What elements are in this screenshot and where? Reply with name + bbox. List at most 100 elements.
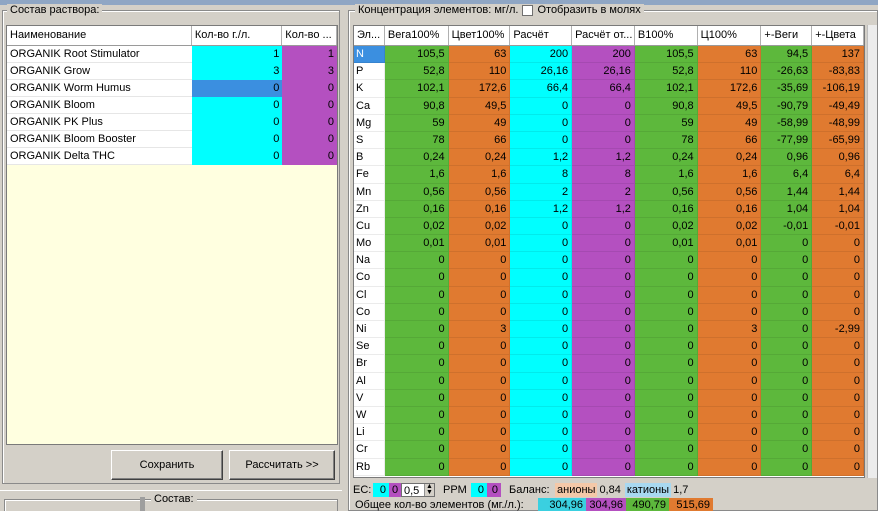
calc-cell[interactable]: 0	[510, 338, 573, 356]
element-cell[interactable]: Zn	[354, 200, 385, 218]
calc-cell[interactable]: 0	[510, 131, 573, 150]
element-cell[interactable]: N	[354, 46, 385, 64]
diff-veg-cell[interactable]: 1,44	[761, 183, 813, 201]
diff-veg-cell[interactable]: 94,5	[761, 46, 813, 64]
veg100-cell[interactable]: 59	[384, 114, 449, 132]
b100-cell[interactable]: 0,56	[634, 183, 698, 201]
diff-veg-cell[interactable]: 0	[761, 235, 813, 253]
bloom100-cell[interactable]: 0,01	[448, 235, 511, 253]
calc-from-cell[interactable]: 0	[572, 114, 635, 132]
b100-cell[interactable]: 0	[634, 252, 698, 270]
calc-from-cell[interactable]: 0	[572, 372, 635, 390]
diff-veg-cell[interactable]: 0	[761, 303, 813, 321]
concentration-row[interactable]: Mo 0,01 0,01 0 0 0,01 0,01 0 0	[354, 235, 864, 253]
concentration-row[interactable]: Ca 90,8 49,5 0 0 90,8 49,5 -90,79 -49,49	[354, 97, 864, 115]
calc-from-cell[interactable]: 0	[572, 321, 635, 339]
diff-bloom-cell[interactable]: -0,01	[812, 217, 864, 236]
bloom100-cell[interactable]: 172,6	[448, 80, 511, 98]
c100-cell[interactable]: 0	[697, 424, 762, 442]
veg100-cell[interactable]: 78	[384, 131, 449, 150]
diff-bloom-cell[interactable]: 0	[812, 389, 864, 407]
calc-cell[interactable]: 1,2	[510, 149, 573, 167]
recipe-row[interactable]: ORGANIK PK Plus 0 0	[7, 114, 337, 131]
calc-from-cell[interactable]: 0	[572, 389, 635, 407]
calc-from-cell[interactable]: 0	[572, 441, 635, 459]
element-cell[interactable]: Cr	[354, 441, 385, 459]
calc-from-cell[interactable]: 0	[572, 252, 635, 270]
recipe-row[interactable]: ORGANIK Grow 3 3	[7, 63, 337, 80]
recipe-qty-grams-cell[interactable]: 3	[191, 63, 283, 80]
veg100-cell[interactable]: 0	[384, 303, 449, 321]
diff-bloom-cell[interactable]: -2,99	[812, 321, 864, 339]
calc-cell[interactable]: 0	[510, 286, 573, 304]
concentration-row[interactable]: Rb 0 0 0 0 0 0 0 0	[354, 458, 864, 476]
diff-bloom-cell[interactable]: 137	[812, 46, 864, 64]
calc-from-cell[interactable]: 26,16	[572, 63, 635, 81]
element-cell[interactable]: Co	[354, 269, 385, 287]
recipe-row[interactable]: ORGANIK Bloom Booster 0 0	[7, 131, 337, 148]
b100-cell[interactable]: 0,01	[634, 235, 698, 253]
calc-cell[interactable]: 0	[510, 217, 573, 236]
column-header-diff-bloom[interactable]: +-Цвета	[812, 26, 864, 45]
calc-cell[interactable]: 66,4	[510, 80, 573, 98]
diff-veg-cell[interactable]: 0	[761, 321, 813, 339]
c100-cell[interactable]: 0	[697, 286, 762, 304]
b100-cell[interactable]: 0	[634, 372, 698, 390]
element-cell[interactable]: W	[354, 406, 385, 425]
recipe-row[interactable]: ORGANIK Delta THC 0 0	[7, 148, 337, 165]
bloom100-cell[interactable]: 1,6	[448, 166, 511, 184]
b100-cell[interactable]: 0	[634, 458, 698, 476]
diff-veg-cell[interactable]: -26,63	[761, 63, 813, 81]
calc-from-cell[interactable]: 0	[572, 303, 635, 321]
b100-cell[interactable]: 52,8	[634, 63, 698, 81]
c100-cell[interactable]: 0,02	[697, 217, 762, 236]
bloom100-cell[interactable]: 3	[448, 321, 511, 339]
diff-veg-cell[interactable]: 0	[761, 286, 813, 304]
calc-cell[interactable]: 0	[510, 235, 573, 253]
recipe-qty-grams-cell[interactable]: 0	[191, 80, 283, 97]
veg100-cell[interactable]: 0	[384, 355, 449, 373]
concentration-row[interactable]: Br 0 0 0 0 0 0 0 0	[354, 355, 864, 373]
diff-bloom-cell[interactable]: 0	[812, 372, 864, 390]
concentration-row[interactable]: N 105,5 63 200 200 105,5 63 94,5 137	[354, 46, 864, 64]
diff-bloom-cell[interactable]: -48,99	[812, 114, 864, 132]
c100-cell[interactable]: 110	[697, 63, 762, 81]
diff-bloom-cell[interactable]: 0	[812, 338, 864, 356]
calc-cell[interactable]: 0	[510, 303, 573, 321]
element-cell[interactable]: Se	[354, 338, 385, 356]
c100-cell[interactable]: 0,16	[697, 200, 762, 218]
element-cell[interactable]: Co	[354, 303, 385, 321]
veg100-cell[interactable]: 0	[384, 406, 449, 425]
column-header-veg100[interactable]: Вега100%	[385, 26, 449, 45]
diff-bloom-cell[interactable]: 0	[812, 458, 864, 476]
bloom100-cell[interactable]: 0	[448, 372, 511, 390]
calc-from-cell[interactable]: 0	[572, 338, 635, 356]
c100-cell[interactable]: 0	[697, 389, 762, 407]
concentration-row[interactable]: K 102,1 172,6 66,4 66,4 102,1 172,6 -35,69 -106,…	[354, 80, 864, 98]
diff-veg-cell[interactable]: 0	[761, 406, 813, 425]
bloom100-cell[interactable]: 0,16	[448, 200, 511, 218]
diff-bloom-cell[interactable]: -83,83	[812, 63, 864, 81]
column-header-bloom100[interactable]: Цвет100%	[449, 26, 511, 45]
b100-cell[interactable]: 105,5	[634, 46, 698, 64]
diff-bloom-cell[interactable]: 1,04	[812, 200, 864, 218]
element-cell[interactable]: Cl	[354, 286, 385, 304]
veg100-cell[interactable]: 0,01	[384, 235, 449, 253]
b100-cell[interactable]: 0	[634, 389, 698, 407]
bloom100-cell[interactable]: 0	[448, 389, 511, 407]
concentration-row[interactable]: Se 0 0 0 0 0 0 0 0	[354, 338, 864, 356]
diff-veg-cell[interactable]: -0,01	[761, 217, 813, 236]
calc-from-cell[interactable]: 0	[572, 286, 635, 304]
recipe-qty-2-cell[interactable]: 0	[282, 131, 337, 148]
veg100-cell[interactable]: 90,8	[384, 97, 449, 115]
column-header-qty-2[interactable]: Кол-во ...	[282, 26, 337, 45]
calc-cell[interactable]: 26,16	[510, 63, 573, 81]
c100-cell[interactable]: 0	[697, 303, 762, 321]
b100-cell[interactable]: 0	[634, 406, 698, 425]
bloom100-cell[interactable]: 0	[448, 269, 511, 287]
diff-bloom-cell[interactable]: 0	[812, 286, 864, 304]
diff-veg-cell[interactable]: 0	[761, 389, 813, 407]
show-moles-checkbox[interactable]	[522, 5, 534, 16]
bloom100-cell[interactable]: 0,24	[448, 149, 511, 167]
diff-veg-cell[interactable]: 0	[761, 424, 813, 442]
